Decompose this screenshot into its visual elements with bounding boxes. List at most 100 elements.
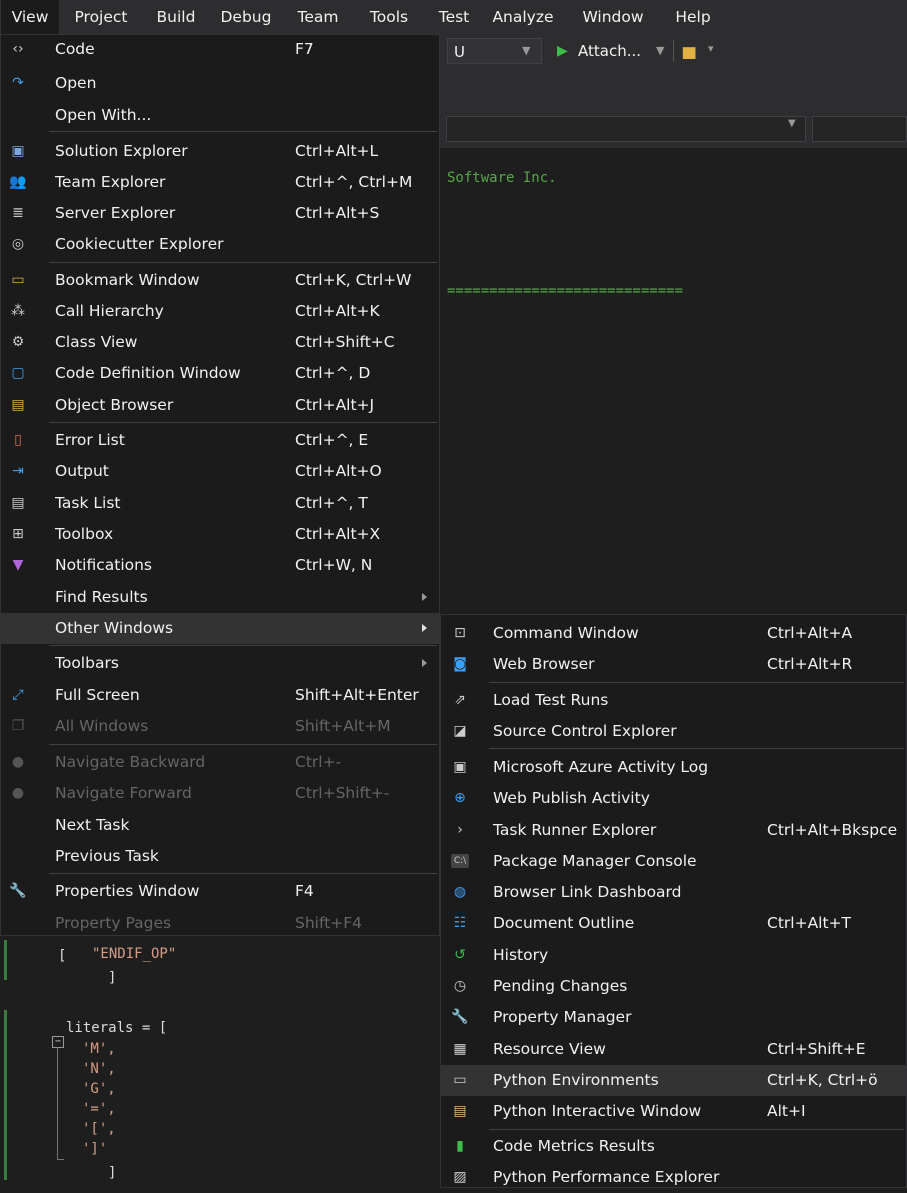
chevron-down-icon[interactable]: ▼ <box>656 38 664 64</box>
menu-item-shortcut: Ctrl+K, Ctrl+W <box>295 271 412 289</box>
menu-item-shortcut: Ctrl+- <box>295 753 342 771</box>
menubar-item-team[interactable]: Team <box>290 0 346 34</box>
menu-item-task-list[interactable]: ▤ Task List Ctrl+^, T <box>1 488 439 519</box>
menu-item-notifications[interactable]: ▼ Notifications Ctrl+W, N <box>1 550 439 581</box>
code-line: literals = [ <box>66 1020 168 1036</box>
menu-item-python-environments[interactable]: ▭ Python Environments Ctrl+K, Ctrl+ö <box>441 1065 906 1096</box>
server-explorer-icon: ≣ <box>12 205 24 221</box>
menu-item-toolbars[interactable]: Toolbars <box>1 648 439 679</box>
task-runner-icon: › <box>457 822 463 838</box>
attach-button[interactable]: Attach... <box>578 38 641 64</box>
submenu-arrow-icon <box>422 624 427 632</box>
menu-item-find-results[interactable]: Find Results <box>1 582 439 613</box>
web-publish-icon: ⊕ <box>454 790 466 806</box>
menu-item-label: Property Manager <box>493 1008 632 1026</box>
menubar-item-help[interactable]: Help <box>666 0 720 34</box>
menu-separator <box>49 131 437 132</box>
menu-item-shortcut: Ctrl+Alt+S <box>295 204 380 222</box>
menu-item-web-browser[interactable]: ◙ Web Browser Ctrl+Alt+R <box>441 649 906 680</box>
menu-item-team-explorer[interactable]: 👥 Team Explorer Ctrl+^, Ctrl+M <box>1 167 439 198</box>
menu-item-load-test-runs[interactable]: ⇗ Load Test Runs <box>441 685 906 716</box>
menu-item-previous-task[interactable]: Previous Task <box>1 841 439 872</box>
menubar-item-window[interactable]: Window <box>571 0 655 34</box>
menu-item-shortcut: Shift+Alt+M <box>295 717 391 735</box>
menu-item-history[interactable]: ↺ History <box>441 940 906 971</box>
error-list-icon: ▯ <box>14 432 22 448</box>
menubar-item-test[interactable]: Test <box>432 0 476 34</box>
fold-collapse-icon[interactable]: − <box>52 1036 64 1048</box>
menu-item-label: Cookiecutter Explorer <box>55 235 224 253</box>
menu-separator <box>49 422 437 423</box>
menu-item-label: Find Results <box>55 588 148 606</box>
menu-item-code[interactable]: ‹› Code F7 <box>1 34 439 65</box>
menu-item-web-publish-activity[interactable]: ⊕ Web Publish Activity <box>441 783 906 814</box>
editor-visible-area <box>0 936 440 1188</box>
view-menu-dropdown: ‹› Code F7 ↷ Open Open With... ▣ Solution Explo… <box>0 34 440 936</box>
menu-item-label: Call Hierarchy <box>55 302 164 320</box>
menu-item-output[interactable]: ⇥ Output Ctrl+Alt+O <box>1 456 439 487</box>
properties-wrench-icon: 🔧 <box>9 883 27 899</box>
menu-item-property-manager[interactable]: 🔧 Property Manager <box>441 1002 906 1033</box>
code-line: 'N', <box>82 1061 116 1077</box>
menu-item-other-windows[interactable]: Other Windows <box>1 613 439 644</box>
menu-item-next-task[interactable]: Next Task <box>1 810 439 841</box>
menu-item-bookmark-window[interactable]: ▭ Bookmark Window Ctrl+K, Ctrl+W <box>1 265 439 296</box>
menu-item-open[interactable]: ↷ Open <box>1 68 439 99</box>
menubar-item-tools[interactable]: Tools <box>356 0 422 34</box>
menubar-item-view[interactable]: View <box>0 0 60 34</box>
menu-item-microsoft-azure-activity-log[interactable]: ▣ Microsoft Azure Activity Log <box>441 752 906 783</box>
menu-item-label: Solution Explorer <box>55 142 188 160</box>
change-marker <box>4 1010 7 1180</box>
menu-item-task-runner-explorer[interactable]: › Task Runner Explorer Ctrl+Alt+Bkspce <box>441 815 906 846</box>
chevron-down-icon[interactable]: ▼ <box>788 118 796 129</box>
toolbar-overflow-icon[interactable]: ▾ <box>708 42 714 55</box>
menu-item-label: Open <box>55 74 97 92</box>
menu-item-pending-changes[interactable]: ◷ Pending Changes <box>441 971 906 1002</box>
menu-item-browser-link-dashboard[interactable]: ◍ Browser Link Dashboard <box>441 877 906 908</box>
menubar-item-analyze[interactable]: Analyze <box>486 0 560 34</box>
menu-item-label: Source Control Explorer <box>493 722 677 740</box>
menu-item-call-hierarchy[interactable]: ⁂ Call Hierarchy Ctrl+Alt+K <box>1 296 439 327</box>
menubar-item-build[interactable]: Build <box>146 0 206 34</box>
menu-item-code-metrics-results[interactable]: ▮ Code Metrics Results <box>441 1131 906 1162</box>
menu-item-python-interactive-window[interactable]: ▤ Python Interactive Window Alt+I <box>441 1096 906 1127</box>
menu-item-label: Open With... <box>55 106 152 124</box>
menu-item-object-browser[interactable]: ▤ Object Browser Ctrl+Alt+J <box>1 390 439 421</box>
menu-item-package-manager-console[interactable]: C:\ Package Manager Console <box>441 846 906 877</box>
menu-item-shortcut: Ctrl+Alt+Bkspce <box>767 821 898 839</box>
code-line: ] <box>108 1165 117 1181</box>
menu-item-properties-window[interactable]: 🔧 Properties Window F4 <box>1 876 439 907</box>
menu-item-class-view[interactable]: ⚙ Class View Ctrl+Shift+C <box>1 327 439 358</box>
menu-separator <box>489 748 904 749</box>
menu-separator <box>49 645 437 646</box>
package-manager-icon: C:\ <box>451 854 469 868</box>
menu-item-toolbox[interactable]: ⊞ Toolbox Ctrl+Alt+X <box>1 519 439 550</box>
menu-item-python-performance-explorer[interactable]: ▨ Python Performance Explorer <box>441 1162 906 1193</box>
all-windows-icon: ❐ <box>11 718 25 734</box>
menu-item-shortcut: Ctrl+Alt+X <box>295 525 381 543</box>
menu-item-solution-explorer[interactable]: ▣ Solution Explorer Ctrl+Alt+L <box>1 136 439 167</box>
menu-item-open-with[interactable]: Open With... <box>1 100 439 131</box>
menubar-item-debug[interactable]: Debug <box>213 0 279 34</box>
menu-item-command-window[interactable]: ⊡ Command Window Ctrl+Alt+A <box>441 618 906 649</box>
play-icon[interactable]: ▶ <box>557 38 568 64</box>
menu-item-full-screen[interactable]: ⤢ Full Screen Shift+Alt+Enter <box>1 680 439 711</box>
menu-item-label: Microsoft Azure Activity Log <box>493 758 709 776</box>
chevron-down-icon[interactable]: ▼ <box>522 38 530 64</box>
menu-item-code-definition-window[interactable]: ▢ Code Definition Window Ctrl+^, D <box>1 358 439 389</box>
menu-separator <box>49 744 437 745</box>
menu-item-source-control-explorer[interactable]: ◪ Source Control Explorer <box>441 716 906 747</box>
menu-item-cookiecutter-explorer[interactable]: ◎ Cookiecutter Explorer <box>1 229 439 260</box>
navigation-combo-members[interactable] <box>812 116 907 142</box>
menu-item-server-explorer[interactable]: ≣ Server Explorer Ctrl+Alt+S <box>1 198 439 229</box>
menu-item-label: Team Explorer <box>55 173 166 191</box>
browser-link-icon: ◍ <box>453 884 467 900</box>
menu-item-document-outline[interactable]: ☷ Document Outline Ctrl+Alt+T <box>441 908 906 939</box>
menu-item-error-list[interactable]: ▯ Error List Ctrl+^, E <box>1 425 439 456</box>
menubar-item-project[interactable]: Project <box>64 0 138 34</box>
menu-item-shortcut: Ctrl+W, N <box>295 556 373 574</box>
flame-icon[interactable]: ▅ <box>683 37 695 63</box>
navigation-combo[interactable] <box>446 116 806 142</box>
menu-item-resource-view[interactable]: ▦ Resource View Ctrl+Shift+E <box>441 1034 906 1065</box>
resource-view-icon: ▦ <box>453 1041 467 1057</box>
